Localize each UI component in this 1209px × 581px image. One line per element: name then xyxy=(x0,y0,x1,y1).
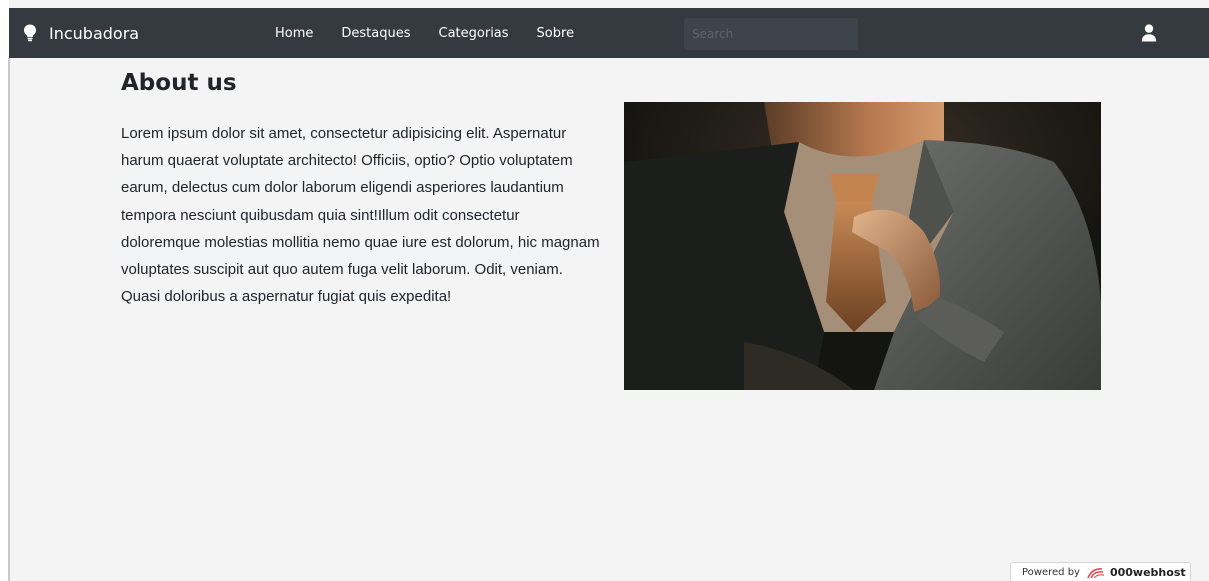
window-border xyxy=(8,58,10,581)
businessman-photo xyxy=(624,102,1101,390)
000webhost-logo-icon xyxy=(1087,567,1105,578)
powered-by-badge[interactable]: Powered by 000webhost xyxy=(1010,562,1191,581)
powered-by-label: Powered by xyxy=(1022,567,1080,578)
nav-link-sobre[interactable]: Sobre xyxy=(537,26,575,41)
host-name: 000webhost xyxy=(1109,566,1186,579)
search-input[interactable] xyxy=(684,18,858,50)
brand-link[interactable]: Incubadora xyxy=(23,8,139,58)
nav-link-home[interactable]: Home xyxy=(275,26,313,41)
nav-link-categorias[interactable]: Categorias xyxy=(439,26,509,41)
user-icon[interactable] xyxy=(1141,24,1157,42)
lightbulb-icon xyxy=(24,24,36,42)
page: Incubadora Home Destaques Categorias Sob… xyxy=(0,0,1209,581)
brand-name: Incubadora xyxy=(49,23,140,43)
navbar: Incubadora Home Destaques Categorias Sob… xyxy=(9,8,1209,58)
nav-link-destaques[interactable]: Destaques xyxy=(341,26,410,41)
nav-links: Home Destaques Categorias Sobre xyxy=(275,8,602,58)
page-title: About us xyxy=(121,70,237,96)
about-paragraph: Lorem ipsum dolor sit amet, consectetur … xyxy=(121,125,600,306)
